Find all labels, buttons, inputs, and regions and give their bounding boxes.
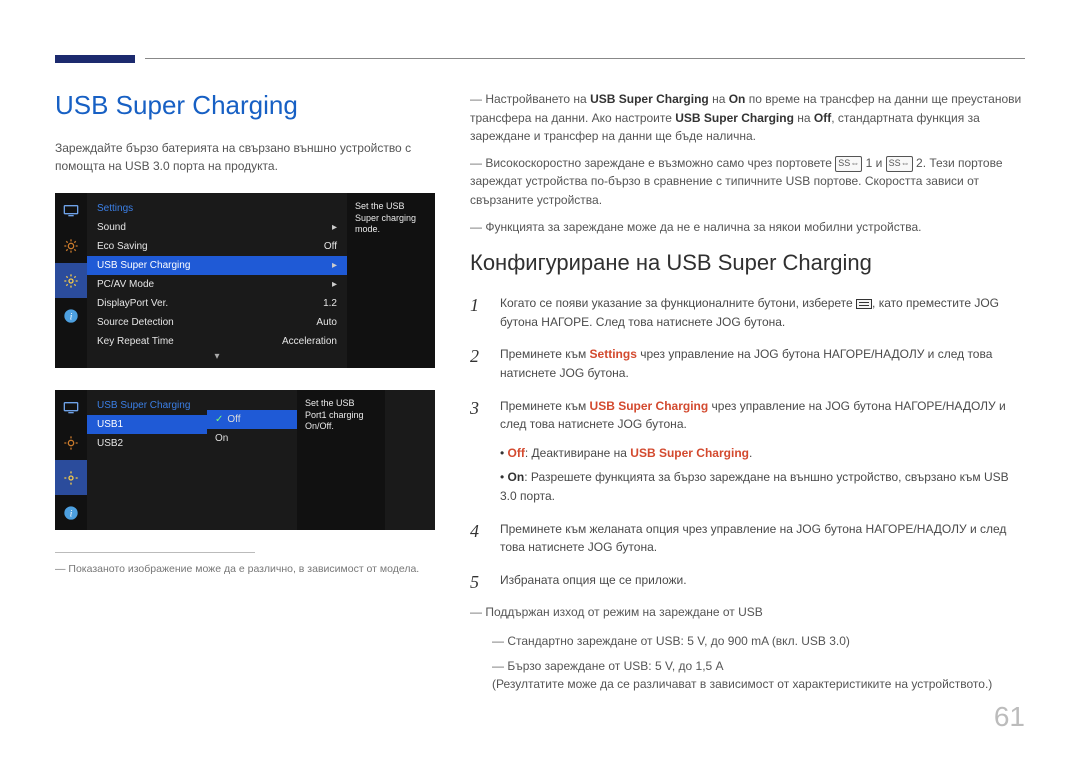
brightness-icon	[55, 425, 87, 460]
monitor-icon	[55, 390, 87, 425]
note-1: Настройването на USB Super Charging на O…	[470, 90, 1025, 146]
footnote: ― Показаното изображение може да е разли…	[55, 563, 435, 575]
note-3: Функцията за зареждане може да не е нали…	[470, 218, 1025, 237]
top-notes: Настройването на USB Super Charging на O…	[470, 90, 1025, 236]
info-icon: i	[55, 298, 87, 333]
intro-text: Зареждайте бързо батерията на свързано в…	[55, 139, 435, 175]
output-supported: Поддържан изход от режим на зареждане от…	[470, 603, 1025, 622]
menu-item-pcav: PC/AV Mode▸	[87, 275, 347, 294]
menu-item-usb2: USB2	[87, 434, 207, 453]
menu-item-sound: Sound▸	[87, 218, 347, 237]
svg-text:i: i	[70, 312, 73, 322]
note-2: Високоскоростно зареждане е възможно сам…	[470, 154, 1025, 210]
menu-item-source: Source DetectionAuto	[87, 313, 347, 332]
opt-on: On: Разрешете функцията за бързо зарежда…	[500, 468, 1025, 505]
step-3: Преминете към USB Super Charging чрез уп…	[470, 397, 1025, 506]
menu-item-usb-super-charging: USB Super Charging▸	[87, 256, 347, 275]
step-5: Избраната опция ще се приложи.	[470, 571, 1025, 590]
menu-item-eco: Eco SavingOff	[87, 237, 347, 256]
menu-item-dpver: DisplayPort Ver.1.2	[87, 294, 347, 313]
ss-port-icon: SS⇔	[835, 156, 862, 172]
osd-header: Settings	[87, 199, 347, 218]
osd-settings-screenshot: i Settings Sound▸ Eco SavingOff USB Supe…	[55, 193, 435, 368]
svg-text:i: i	[70, 509, 73, 519]
gear-icon	[55, 263, 87, 298]
opt-off: Off: Деактивиране на USB Super Charging.	[500, 444, 1025, 463]
menu-item-usb1: USB1	[87, 415, 207, 434]
page-number: 61	[994, 701, 1025, 733]
brightness-icon	[55, 228, 87, 263]
osd-usb-screenshot: i USB Super Charging USB1 USB2 ✓Off On S…	[55, 390, 435, 530]
steps-list: Когато се появи указание за функционални…	[470, 294, 1025, 589]
option-off: ✓Off	[207, 410, 297, 429]
osd2-header: USB Super Charging	[87, 396, 207, 415]
output-notes: Поддържан изход от режим на зареждане от…	[470, 603, 1025, 622]
step-1: Когато се появи указание за функционални…	[470, 294, 1025, 331]
step-2: Преминете към Settings чрез управление н…	[470, 345, 1025, 382]
output-sub-notes: Стандартно зареждане от USB: 5 V, до 900…	[470, 632, 1025, 694]
option-on: On	[207, 429, 297, 448]
output-fast: Бързо зареждане от USB: 5 V, до 1,5 A (Р…	[492, 657, 1025, 694]
config-heading: Конфигуриране на USB Super Charging	[470, 246, 1025, 280]
output-standard: Стандартно зареждане от USB: 5 V, до 900…	[492, 632, 1025, 651]
footnote-divider	[55, 552, 255, 553]
document-page: USB Super Charging Зареждайте бързо бате…	[0, 0, 1080, 763]
monitor-icon	[55, 193, 87, 228]
header-rule	[55, 55, 1025, 63]
gear-icon	[55, 460, 87, 495]
left-column: USB Super Charging Зареждайте бързо бате…	[55, 90, 435, 704]
page-title: USB Super Charging	[55, 90, 435, 121]
ss-port-icon: SS⇔	[886, 156, 913, 172]
osd-side-desc: Set the USB Super charging mode.	[347, 193, 435, 368]
osd2-side-desc: Set the USB Port1 charging On/Off.	[297, 390, 385, 530]
right-column: Настройването на USB Super Charging на O…	[470, 90, 1025, 704]
step-4: Преминете към желаната опция чрез управл…	[470, 520, 1025, 557]
info-icon: i	[55, 495, 87, 530]
menu-icon	[856, 299, 872, 309]
menu-item-keyrepeat: Key Repeat TimeAcceleration	[87, 332, 347, 351]
